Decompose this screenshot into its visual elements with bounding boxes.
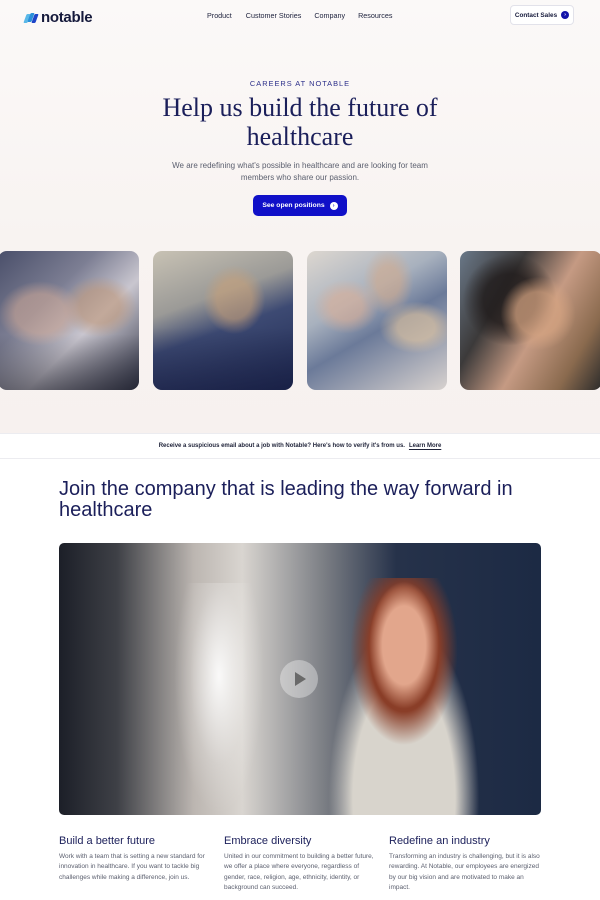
feature-redefine-industry: Redefine an industry Transforming an ind…: [389, 835, 544, 894]
contact-sales-label: Contact Sales: [514, 11, 558, 19]
hero-subtitle: We are redefining what's possible in hea…: [172, 161, 428, 182]
feature-title: Redefine an industry: [389, 835, 490, 847]
nav-link-resources[interactable]: Resources: [358, 11, 392, 20]
learn-more-link[interactable]: Learn More: [409, 443, 441, 449]
contact-sales-button[interactable]: Contact Sales ›: [510, 5, 574, 25]
feature-body: Work with a team that is setting a new s…: [59, 853, 205, 881]
feature-build-better-future: Build a better future Work with a team t…: [59, 835, 214, 883]
play-button[interactable]: [280, 660, 318, 698]
team-photo-3: [307, 251, 447, 390]
feature-embrace-diversity: Embrace diversity United in our commitme…: [224, 835, 379, 894]
feature-title: Embrace diversity: [224, 835, 312, 847]
team-photo-4: [460, 251, 600, 390]
see-open-positions-button[interactable]: See open positions ›: [253, 195, 347, 216]
hero-eyebrow: CAREERS AT NOTABLE: [249, 79, 351, 88]
nav-links: Product Customer Stories Company Resourc…: [207, 11, 392, 20]
video-player[interactable]: [59, 543, 541, 815]
logo-text: notable: [41, 9, 93, 26]
arrow-right-icon: ›: [329, 201, 338, 210]
feature-title: Build a better future: [59, 835, 156, 847]
top-nav: notable Product Customer Stories Company…: [0, 0, 600, 32]
feature-body: United in our commitment to building a b…: [224, 853, 374, 892]
section-title: Join the company that is leading the way…: [59, 478, 513, 521]
nav-link-customer-stories[interactable]: Customer Stories: [246, 11, 302, 20]
logo[interactable]: notable: [23, 9, 93, 26]
arrow-right-icon: ›: [561, 11, 570, 19]
team-photo-2: [153, 251, 293, 390]
nav-link-company[interactable]: Company: [314, 11, 345, 20]
feature-body: Transforming an industry is challenging,…: [389, 853, 540, 892]
page-title: Help us build the future of healthcare: [162, 93, 438, 151]
logo-mark-icon: [23, 12, 39, 23]
banner-text: Receive a suspicious email about a job w…: [158, 443, 405, 449]
scam-warning-banner: Receive a suspicious email about a job w…: [0, 433, 600, 459]
team-photo-1: [0, 251, 139, 390]
see-open-positions-label: See open positions: [262, 202, 325, 209]
nav-link-product[interactable]: Product: [207, 11, 232, 20]
play-icon: [295, 672, 306, 686]
